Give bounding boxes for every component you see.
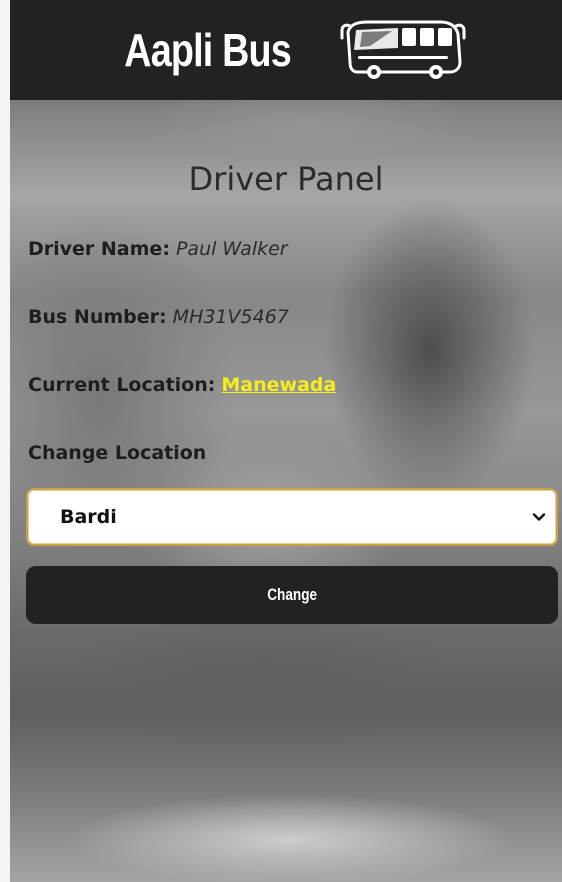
current-location-row: Current Location: Manewada [28, 374, 336, 396]
driver-name-row: Driver Name: Paul Walker [28, 238, 288, 260]
location-select[interactable]: Bardi [26, 488, 558, 546]
bus-number-row: Bus Number: MH31V5467 [28, 306, 289, 328]
app-title: Aapli Bus [124, 24, 292, 76]
bus-icon [340, 20, 466, 79]
chevron-down-icon [532, 513, 546, 521]
driver-name-value: Paul Walker [175, 238, 288, 260]
change-button[interactable]: Change [26, 566, 558, 624]
app-frame: Aapli Bus Driver Panel Driver Name: Paul… [10, 0, 562, 882]
current-location-label: Current Location: [28, 374, 216, 396]
current-location-link[interactable]: Manewada [221, 374, 336, 396]
page-title: Driver Panel [188, 160, 384, 198]
change-location-label: Change Location [28, 442, 207, 464]
background-area: Driver Panel Driver Name: Paul Walker Bu… [10, 100, 562, 882]
change-button-label: Change [267, 585, 317, 604]
driver-name-label: Driver Name: [28, 238, 170, 260]
bus-number-value: MH31V5467 [172, 306, 289, 328]
bus-number-label: Bus Number: [28, 306, 167, 328]
app-header: Aapli Bus [10, 0, 562, 100]
location-select-value: Bardi [60, 506, 117, 528]
